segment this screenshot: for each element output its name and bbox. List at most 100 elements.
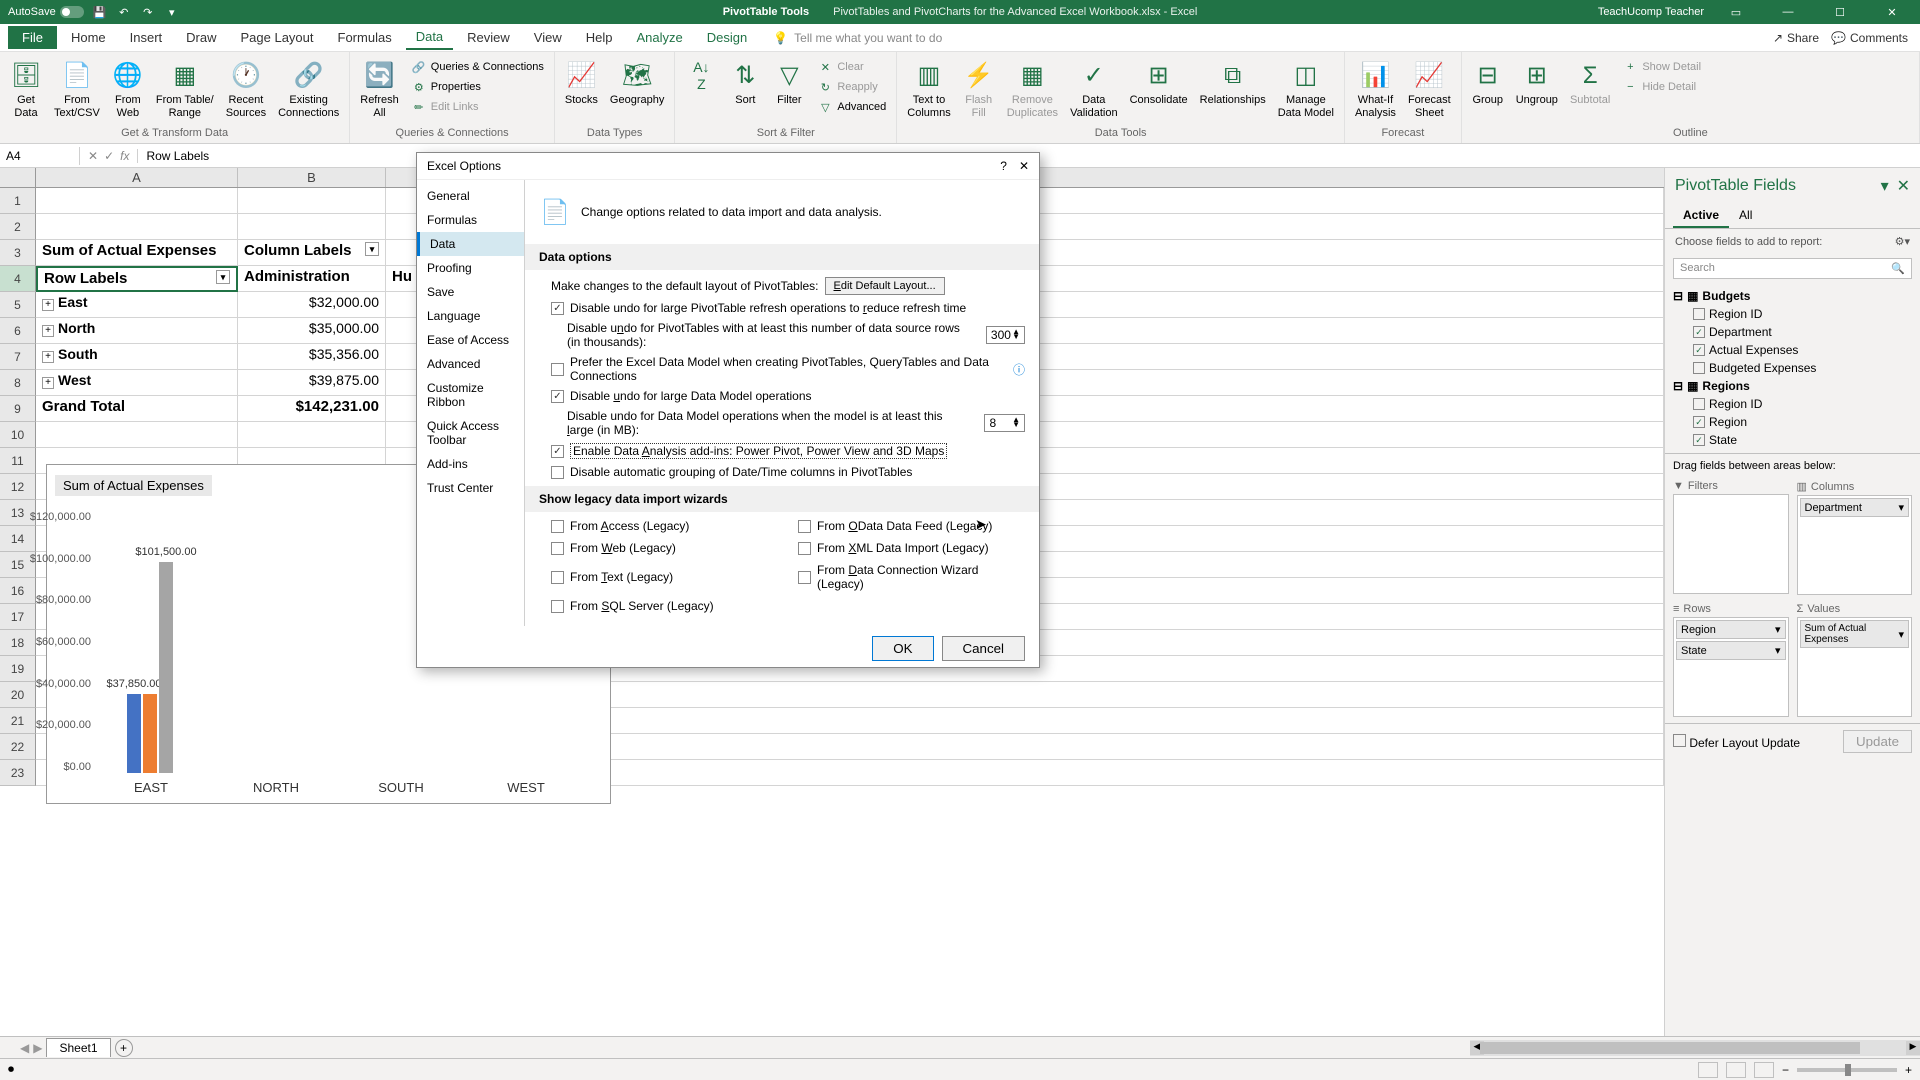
group-button[interactable]: ⊟Group [1468,58,1508,109]
row-header[interactable]: 1 [0,188,36,214]
sidebar-item-add-ins[interactable]: Add-ins [417,452,524,476]
queries-connections-button[interactable]: 🔗Queries & Connections [407,58,548,76]
expand-icon[interactable]: + [42,377,54,389]
sheet-tab[interactable]: Sheet1 [46,1038,110,1057]
redo-icon[interactable]: ↷ [140,4,156,20]
autosave-toggle[interactable]: AutoSave [8,6,84,18]
field-checkbox[interactable]: ✓Department [1673,323,1912,341]
value-field-item[interactable]: Sum of Actual Expenses▾ [1800,620,1910,648]
tab-view[interactable]: View [524,26,572,49]
from-table-button[interactable]: ▦From Table/ Range [152,58,218,122]
row-field-item[interactable]: State▾ [1676,641,1786,660]
page-break-view-icon[interactable] [1754,1062,1774,1078]
user-name[interactable]: TeachUcomp Teacher [1598,6,1704,18]
row-header[interactable]: 4 [0,266,36,292]
disable-undo-datamodel-checkbox[interactable]: ✓Disable undo for large Data Model opera… [539,386,1025,406]
model-size-spinner[interactable]: 8▲▼ [984,414,1025,432]
row-header[interactable]: 17 [0,604,36,630]
zoom-in-icon[interactable]: + [1905,1063,1912,1077]
row-header[interactable]: 11 [0,448,36,474]
fields-search[interactable]: Search 🔍 [1673,258,1912,279]
values-drop-area[interactable]: Sum of Actual Expenses▾ [1797,617,1913,717]
ungroup-button[interactable]: ⊞Ungroup [1512,58,1562,109]
tab-home[interactable]: Home [61,26,116,49]
row-header[interactable]: 23 [0,760,36,786]
legacy-import-checkbox[interactable]: From XML Data Import (Legacy) [798,538,1025,558]
tab-design[interactable]: Design [697,26,757,49]
zoom-slider[interactable] [1797,1068,1897,1072]
pane-close-icon[interactable]: ✕ [1897,176,1910,196]
help-icon[interactable]: ? [1000,159,1007,173]
update-button[interactable]: Update [1843,730,1912,753]
geography-button[interactable]: 🗺Geography [606,58,668,109]
table-group[interactable]: ⊟▦ Regions [1673,377,1912,395]
col-header[interactable]: B [238,168,386,187]
show-detail-button[interactable]: +Show Detail [1618,58,1705,76]
row-header[interactable]: 18 [0,630,36,656]
normal-view-icon[interactable] [1698,1062,1718,1078]
tab-review[interactable]: Review [457,26,520,49]
row-field-item[interactable]: Region▾ [1676,620,1786,639]
consolidate-button[interactable]: ⊞Consolidate [1126,58,1192,109]
row-header[interactable]: 10 [0,422,36,448]
select-all-corner[interactable] [0,168,36,187]
row-header[interactable]: 5 [0,292,36,318]
legacy-import-checkbox[interactable]: From Access (Legacy) [551,516,778,536]
filter-button[interactable]: ▽Filter [769,58,809,109]
row-header[interactable]: 20 [0,682,36,708]
legacy-import-checkbox[interactable]: From Text (Legacy) [551,560,778,594]
columns-drop-area[interactable]: Department▾ [1797,495,1913,595]
sidebar-item-general[interactable]: General [417,184,524,208]
edit-links-button[interactable]: ✏Edit Links [407,98,548,116]
text-to-columns-button[interactable]: ▥Text to Columns [903,58,954,122]
row-header[interactable]: 21 [0,708,36,734]
field-checkbox[interactable]: Region ID [1673,305,1912,323]
qat-dropdown-icon[interactable]: ▾ [164,4,180,20]
what-if-button[interactable]: 📊What-If Analysis [1351,58,1400,122]
sidebar-item-save[interactable]: Save [417,280,524,304]
column-field-item[interactable]: Department▾ [1800,498,1910,517]
get-data-button[interactable]: 🗄Get Data [6,58,46,122]
undo-icon[interactable]: ↶ [116,4,132,20]
manage-data-model-button[interactable]: ◫Manage Data Model [1274,58,1338,122]
disable-undo-pivot-checkbox[interactable]: ✓Disable undo for large PivotTable refre… [539,298,1025,318]
edit-default-layout-button[interactable]: Edit Default Layout... [825,277,945,295]
zoom-out-icon[interactable]: − [1782,1063,1789,1077]
dialog-close-icon[interactable]: ✕ [1019,159,1029,173]
existing-connections-button[interactable]: 🔗Existing Connections [274,58,343,122]
tab-help[interactable]: Help [576,26,623,49]
disable-auto-grouping-checkbox[interactable]: Disable automatic grouping of Date/Time … [539,462,1025,482]
defer-layout-checkbox[interactable]: Defer Layout Update [1673,734,1800,750]
recent-sources-button[interactable]: 🕐Recent Sources [222,58,270,122]
row-header[interactable]: 22 [0,734,36,760]
forecast-sheet-button[interactable]: 📈Forecast Sheet [1404,58,1455,122]
data-validation-button[interactable]: ✓Data Validation [1066,58,1122,122]
rows-drop-area[interactable]: Region▾ State▾ [1673,617,1789,717]
row-header[interactable]: 19 [0,656,36,682]
clear-filter-button[interactable]: ✕Clear [813,58,890,76]
pivot-rows-spinner[interactable]: 300▲▼ [986,326,1025,344]
record-macro-icon[interactable]: ⏺ [8,1062,14,1077]
ok-button[interactable]: OK [872,636,933,661]
from-text-button[interactable]: 📄From Text/CSV [50,58,104,122]
properties-button[interactable]: ⚙Properties [407,78,548,96]
from-web-button[interactable]: 🌐From Web [108,58,148,122]
cancel-button[interactable]: Cancel [942,636,1026,661]
row-header[interactable]: 16 [0,578,36,604]
tab-page-layout[interactable]: Page Layout [231,26,324,49]
tab-all-fields[interactable]: All [1729,204,1762,228]
sort-button[interactable]: ⇅Sort [725,58,765,109]
prefer-data-model-checkbox[interactable]: Prefer the Excel Data Model when creatin… [539,352,1025,386]
sidebar-item-formulas[interactable]: Formulas [417,208,524,232]
remove-duplicates-button[interactable]: ▦Remove Duplicates [1003,58,1062,122]
filter-dropdown-icon[interactable]: ▾ [365,242,379,256]
tab-file[interactable]: File [8,26,57,49]
tab-active-fields[interactable]: Active [1673,204,1729,228]
enable-data-analysis-checkbox[interactable]: ✓Enable Data Analysis add-ins: Power Piv… [539,440,1025,462]
legacy-import-checkbox[interactable]: From OData Data Feed (Legacy) [798,516,1025,536]
sidebar-item-advanced[interactable]: Advanced [417,352,524,376]
enter-formula-icon[interactable]: ✓ [104,149,114,163]
pane-settings-icon[interactable]: ▾ [1881,176,1889,196]
sort-az-button[interactable]: A↓Z [681,58,721,96]
horizontal-scrollbar[interactable]: ◀ ▶ [1470,1040,1920,1056]
